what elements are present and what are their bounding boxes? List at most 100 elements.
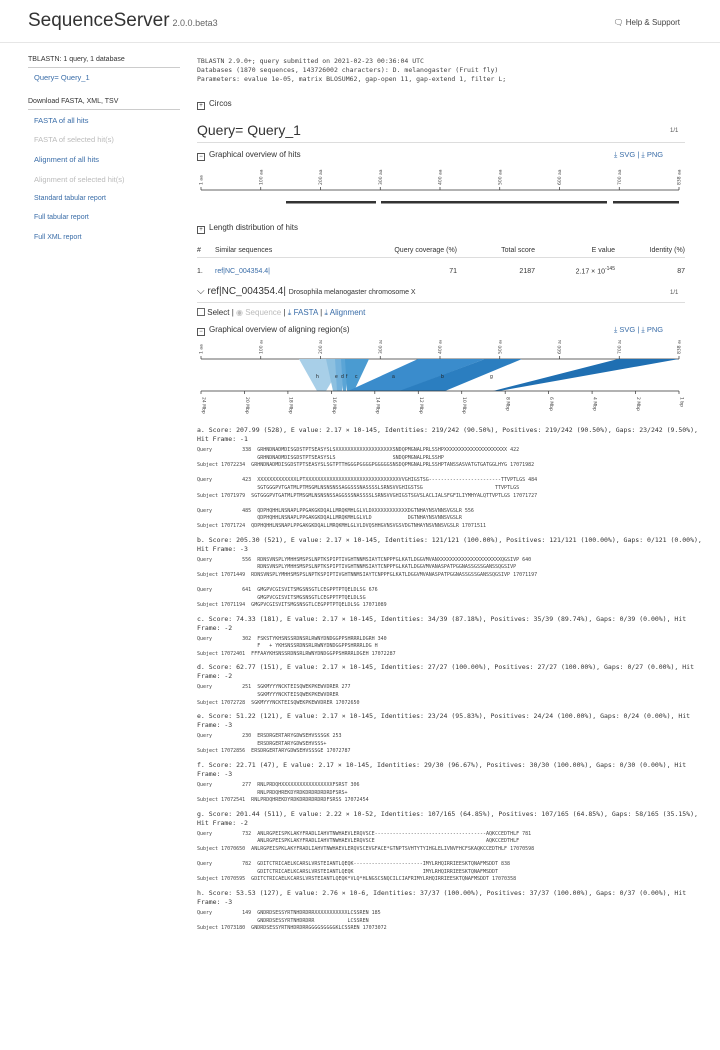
hits-overview-graphic: 1 aa 100 aa 200 aa 300 aa 400 aa 500 aa 600 aa… (199, 169, 683, 204)
axis-tick-label: 20 Mbp (244, 397, 250, 414)
hsp-alignment: Query 230 ERSDRGERTARYGDWSEHVSSSGK 253 E… (197, 733, 351, 755)
sidebar-link-fasta-selected: FASTA of selected hit(s) (34, 135, 114, 144)
length-distribution-toggle[interactable]: + Length distribution of hits (197, 223, 298, 234)
overview-downloads: ⤓ SVG | ⤓ PNG (614, 150, 664, 159)
overview-png-download[interactable]: ⤓ PNG (641, 150, 663, 159)
hsp-stats: a. Score: 207.99 (528), E value: 2.17 × … (197, 426, 698, 443)
axis-tick-label: 6 Mbp (548, 397, 554, 411)
hit-link[interactable]: ref|NC_004354.4| (215, 264, 365, 278)
hsp-alignment: Query 149 GNDRDSESSYRTNHDRDRRXXXXXXXXXXX… (197, 909, 387, 932)
circos-toggle[interactable]: + Circos (197, 99, 232, 110)
hsp-list: a. Score: 207.99 (528), E value: 2.17 × … (197, 426, 712, 938)
circos-label: Circos (209, 99, 232, 108)
download-icon: ⤓ (324, 308, 328, 317)
region-overview-toggle[interactable]: − Graphical overview of aligning region(s… (197, 325, 350, 336)
axis-tick-label: 500 aa (497, 340, 503, 354)
row-num: 1. (197, 267, 203, 275)
hsp-alignment: Query 556 RDNSVNSPLYMHHSMSPSLNPTKSPIPTIV… (197, 556, 538, 609)
sidebar-link-alignment-all[interactable]: Alignment of all hits (34, 155, 99, 164)
sidebar-link-full-xml[interactable]: Full XML report (34, 234, 82, 241)
alignment-download-button[interactable]: ⤓ Alignment (324, 308, 365, 317)
axis-tick-label: 400 aa (438, 169, 444, 185)
hsp-region-g[interactable] (493, 359, 679, 391)
download-icon: ⤓ (641, 325, 645, 334)
hsp-stats: c. Score: 74.33 (181), E value: 2.17 × 1… (197, 614, 687, 632)
hsp-letter: e (335, 374, 338, 380)
divider (197, 302, 685, 303)
sidebar-query-link[interactable]: Query= Query_1 (34, 73, 90, 82)
axis-tick-label: 300 aa (378, 340, 384, 354)
collapse-icon: − (197, 153, 205, 161)
axis-tick-label: 10 Mbp (461, 397, 467, 414)
axis-tick-label: 4 Mbp (592, 397, 598, 411)
overview-svg-download[interactable]: ⤓ SVG (614, 150, 635, 159)
hsp-stats: h. Score: 53.53 (127), E value: 2.76 × 1… (197, 888, 687, 906)
sidebar-link-fasta-all[interactable]: FASTA of all hits (34, 116, 88, 125)
hsp-block: a. Score: 207.99 (528), E value: 2.17 × … (197, 426, 712, 531)
region-png-download[interactable]: ⤓ PNG (641, 325, 663, 334)
aligning-region-graphic: 1 aa 100 aa 200 aa 300 aa 400 aa 500 aa 600 aa… (199, 340, 685, 414)
fasta-download-button[interactable]: ⤓ FASTA (288, 308, 318, 317)
col-evalue: E value (591, 246, 615, 254)
region-overview-title: Graphical overview of aligning region(s) (209, 325, 350, 334)
axis-tick-label: 200 aa (318, 169, 324, 185)
app-version: 2.0.0.beta3 (172, 18, 218, 28)
axis-tick-label: 1 bp (679, 397, 685, 407)
axis-tick-label: 838 aa (677, 169, 683, 185)
overview-toggle[interactable]: − Graphical overview of hits (197, 150, 301, 161)
hit-segment[interactable] (613, 201, 679, 204)
region-svg-download[interactable]: ⤓ SVG (614, 325, 635, 334)
subject-id: ref|NC_004354.4| (207, 286, 286, 297)
hsp-alignment: Query 302 FSKSTYKHSNSSRDNSRLRWNYDNDGGPPS… (197, 635, 396, 657)
col-sequences: Similar sequences (215, 246, 273, 254)
hsp-letter: a (392, 374, 395, 380)
hsp-block: c. Score: 74.33 (181), E value: 2.17 × 1… (197, 615, 712, 659)
download-icon: ⤓ (641, 150, 645, 159)
chevron-down-icon: ⌵ (197, 286, 205, 297)
sequence-button: ◉ Sequence (236, 308, 282, 317)
hsp-stats: b. Score: 205.30 (521), E value: 2.17 × … (197, 535, 702, 553)
select-checkbox[interactable] (197, 308, 205, 316)
sidebar-divider (28, 67, 180, 68)
meta-databases: Databases (1870 sequences, 143726002 cha… (197, 66, 499, 74)
axis-tick-label: 16 Mbp (331, 397, 337, 414)
subject-header[interactable]: ⌵ ref|NC_004354.4| Drosophila melanogast… (197, 286, 416, 297)
axis-tick-label: 2 Mbp (635, 397, 641, 411)
hsp-block: d. Score: 62.77 (151), E value: 2.17 × 1… (197, 663, 712, 707)
axis-tick-label: 18 Mbp (287, 397, 293, 414)
hsp-stats: f. Score: 22.71 (47), E value: 2.17 × 10… (197, 761, 687, 779)
select-label: Select (207, 308, 230, 317)
hsp-block: f. Score: 22.71 (47), E value: 2.17 × 10… (197, 761, 712, 805)
help-support-label: Help & Support (625, 18, 680, 27)
axis-tick-label: 300 aa (378, 169, 384, 185)
col-num: # (197, 246, 201, 254)
hit-evalue: 2.17 × 10-145 (575, 266, 615, 276)
sidebar-download-heading: Download FASTA, XML, TSV (28, 98, 119, 105)
col-identity: Identity (%) (649, 246, 685, 254)
sidebar-divider (28, 109, 180, 110)
hit-score: 2187 (519, 267, 535, 275)
sidebar-link-standard-tabular[interactable]: Standard tabular report (34, 195, 106, 202)
axis-tick-label: 100 aa (258, 340, 264, 354)
query-pager: 1/1 (670, 128, 679, 134)
app-logo[interactable]: SequenceServer 2.0.0.beta3 (28, 10, 218, 32)
axis-tick-label: 838 aa (677, 340, 683, 354)
table-header-row: # Similar sequences Query coverage (%) T… (197, 243, 685, 258)
sidebar-summary: TBLASTN: 1 query, 1 database (28, 56, 125, 63)
hsp-stats: d. Score: 62.77 (151), E value: 2.17 × 1… (197, 663, 694, 681)
hit-segment[interactable] (286, 201, 376, 204)
hsp-block: b. Score: 205.30 (521), E value: 2.17 × … (197, 536, 712, 610)
download-icon: ⤓ (614, 325, 618, 334)
sidebar-link-full-tabular[interactable]: Full tabular report (34, 214, 89, 221)
length-distribution-label: Length distribution of hits (209, 223, 298, 232)
collapse-icon: − (197, 328, 205, 336)
hits-table: # Similar sequences Query coverage (%) T… (197, 243, 685, 278)
help-support-link[interactable]: 🗨︎ Help & Support (613, 18, 680, 27)
axis-tick-label: 8 Mbp (505, 397, 511, 411)
hsp-letter: d (341, 374, 344, 380)
col-coverage: Query coverage (%) (394, 246, 457, 254)
hsp-block: h. Score: 53.53 (127), E value: 2.76 × 1… (197, 889, 712, 933)
subject-description: Drosophila melanogaster chromosome X (288, 289, 416, 296)
header-divider (0, 42, 720, 43)
hit-segment[interactable] (381, 201, 607, 204)
